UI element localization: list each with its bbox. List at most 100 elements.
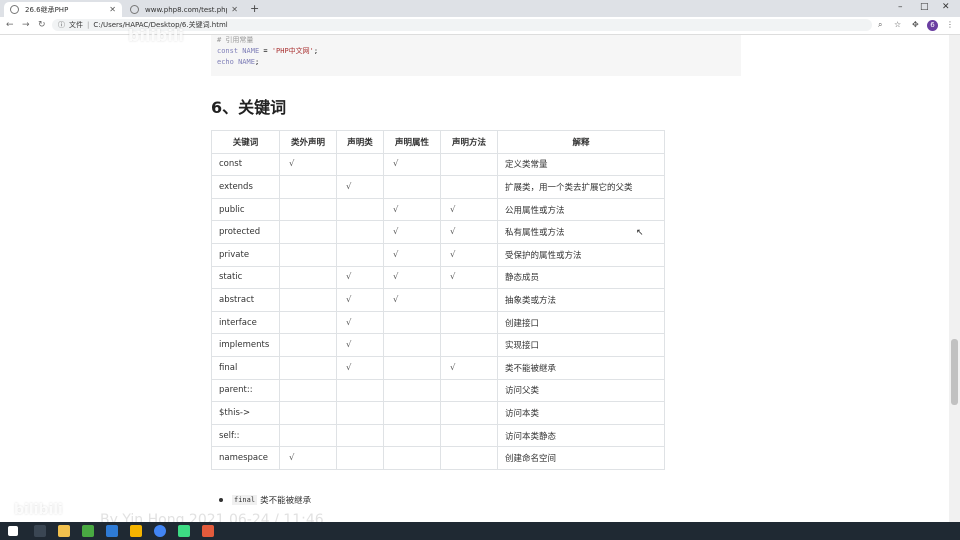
column-header: 关键词 xyxy=(211,130,280,154)
check-cell xyxy=(440,333,498,357)
profile-avatar[interactable]: 6 xyxy=(927,20,938,31)
extensions-icon[interactable]: ✥ xyxy=(912,20,919,29)
app-icon[interactable] xyxy=(82,525,94,537)
column-header: 类外声明 xyxy=(279,130,337,154)
keyword-cell: $this-> xyxy=(211,401,280,425)
description-cell: 访问本类 xyxy=(497,401,665,425)
tab-title: www.php8.com/test.php xyxy=(145,5,228,14)
description-cell: 定义类常量 xyxy=(497,152,665,177)
code-line: const NAME = 'PHP中文网'; xyxy=(217,46,741,57)
keyword-cell: interface xyxy=(211,310,280,335)
minimize-button[interactable]: – xyxy=(898,2,903,12)
app-icon[interactable] xyxy=(178,525,190,537)
forward-icon[interactable]: → xyxy=(22,20,30,30)
column-header: 声明属性 xyxy=(383,130,441,154)
check-cell xyxy=(279,265,337,290)
scrollbar-thumb[interactable] xyxy=(951,339,958,405)
keyword-cell: private xyxy=(211,242,280,267)
menu-icon[interactable]: ⋮ xyxy=(946,20,954,29)
vertical-scrollbar[interactable] xyxy=(949,35,960,522)
file-explorer-icon[interactable] xyxy=(58,525,70,537)
check-cell: √ xyxy=(383,220,441,244)
new-tab-button[interactable]: + xyxy=(250,2,259,15)
check-cell xyxy=(383,401,441,425)
check-cell: √ xyxy=(440,265,498,290)
description-cell: 受保护的属性或方法 xyxy=(497,242,665,267)
mouse-cursor-icon: ↖ xyxy=(636,228,644,238)
tab-bar: 26.6继承PHP ✕ www.php8.com/test.php ✕ + – … xyxy=(0,0,960,17)
maximize-button[interactable]: □ xyxy=(920,2,929,12)
keyword-cell: namespace xyxy=(211,446,280,470)
description-cell: 访问本类静态 xyxy=(497,423,665,448)
divider: | xyxy=(87,21,90,29)
reload-icon[interactable]: ↻ xyxy=(38,20,46,30)
info-icon: ⓘ xyxy=(58,21,65,29)
check-cell xyxy=(383,333,441,357)
check-cell xyxy=(336,197,384,222)
inline-code: final xyxy=(232,495,258,505)
code-constant: NAME xyxy=(242,47,260,55)
table-row: $this-> 访问本类 xyxy=(211,401,665,425)
code-punct: ; xyxy=(313,47,319,55)
task-view-icon[interactable] xyxy=(34,525,46,537)
code-keyword: echo xyxy=(217,58,234,66)
description-cell: 抽象类或方法 xyxy=(497,288,665,312)
tab-active[interactable]: 26.6继承PHP ✕ xyxy=(4,2,122,17)
start-icon[interactable] xyxy=(8,526,18,536)
code-block: # 引用常量 const NAME = 'PHP中文网'; echo NAME; xyxy=(211,35,741,76)
table-row: namespace √ 创建命名空间 xyxy=(211,446,665,470)
bookmark-star-icon[interactable]: ☆ xyxy=(894,20,901,29)
code-keyword: const xyxy=(217,47,239,55)
check-cell xyxy=(383,310,441,335)
page-icon xyxy=(10,5,19,14)
list-item: final 类不能被继承 xyxy=(219,494,311,506)
check-cell: √ xyxy=(279,446,337,470)
keyword-cell: static xyxy=(211,265,280,290)
tab-inactive[interactable]: www.php8.com/test.php ✕ xyxy=(124,2,244,17)
chrome-icon[interactable] xyxy=(154,525,166,537)
check-cell xyxy=(383,355,441,380)
check-cell xyxy=(279,197,337,222)
phpstorm-icon[interactable] xyxy=(106,525,118,537)
table-row: private √ √ 受保护的属性或方法 xyxy=(211,242,665,267)
check-cell: √ xyxy=(440,242,498,267)
check-cell: √ xyxy=(336,310,384,335)
check-cell xyxy=(383,175,441,199)
app-icon[interactable] xyxy=(130,525,142,537)
description-cell: 创建接口 xyxy=(497,310,665,335)
table-row: parent:: 访问父类 xyxy=(211,378,665,403)
check-cell xyxy=(336,446,384,470)
zoom-icon[interactable]: ⌕ xyxy=(878,20,882,30)
code-string: 'PHP中文网' xyxy=(271,47,314,55)
description-cell: 实现接口 xyxy=(497,333,665,357)
description-cell: 静态成员 xyxy=(497,265,665,290)
keyword-cell: final xyxy=(211,355,280,380)
check-cell: √ xyxy=(383,152,441,177)
column-header: 声明方法 xyxy=(440,130,498,154)
table-row: self:: 访问本类静态 xyxy=(211,423,665,448)
check-cell xyxy=(279,242,337,267)
app-icon[interactable] xyxy=(202,525,214,537)
keyword-cell: self:: xyxy=(211,423,280,448)
close-window-button[interactable]: ✕ xyxy=(942,2,950,12)
check-cell xyxy=(279,333,337,357)
check-cell: √ xyxy=(336,333,384,357)
back-icon[interactable]: ← xyxy=(6,20,14,30)
table-row: static √ √ √ 静态成员 xyxy=(211,265,665,290)
check-cell xyxy=(336,152,384,177)
check-cell xyxy=(279,288,337,312)
check-cell xyxy=(279,355,337,380)
check-cell: √ xyxy=(336,355,384,380)
check-cell xyxy=(279,310,337,335)
check-cell xyxy=(336,220,384,244)
close-icon[interactable]: ✕ xyxy=(231,5,238,14)
check-cell xyxy=(440,423,498,448)
table-row: protected √ √ 私有属性或方法 xyxy=(211,220,665,244)
globe-icon xyxy=(130,5,139,14)
close-icon[interactable]: ✕ xyxy=(109,5,116,14)
check-cell xyxy=(440,401,498,425)
check-cell: √ xyxy=(383,265,441,290)
check-cell xyxy=(336,401,384,425)
description-cell: 扩展类，用一个类去扩展它的父类 xyxy=(497,175,665,199)
check-cell: √ xyxy=(440,355,498,380)
